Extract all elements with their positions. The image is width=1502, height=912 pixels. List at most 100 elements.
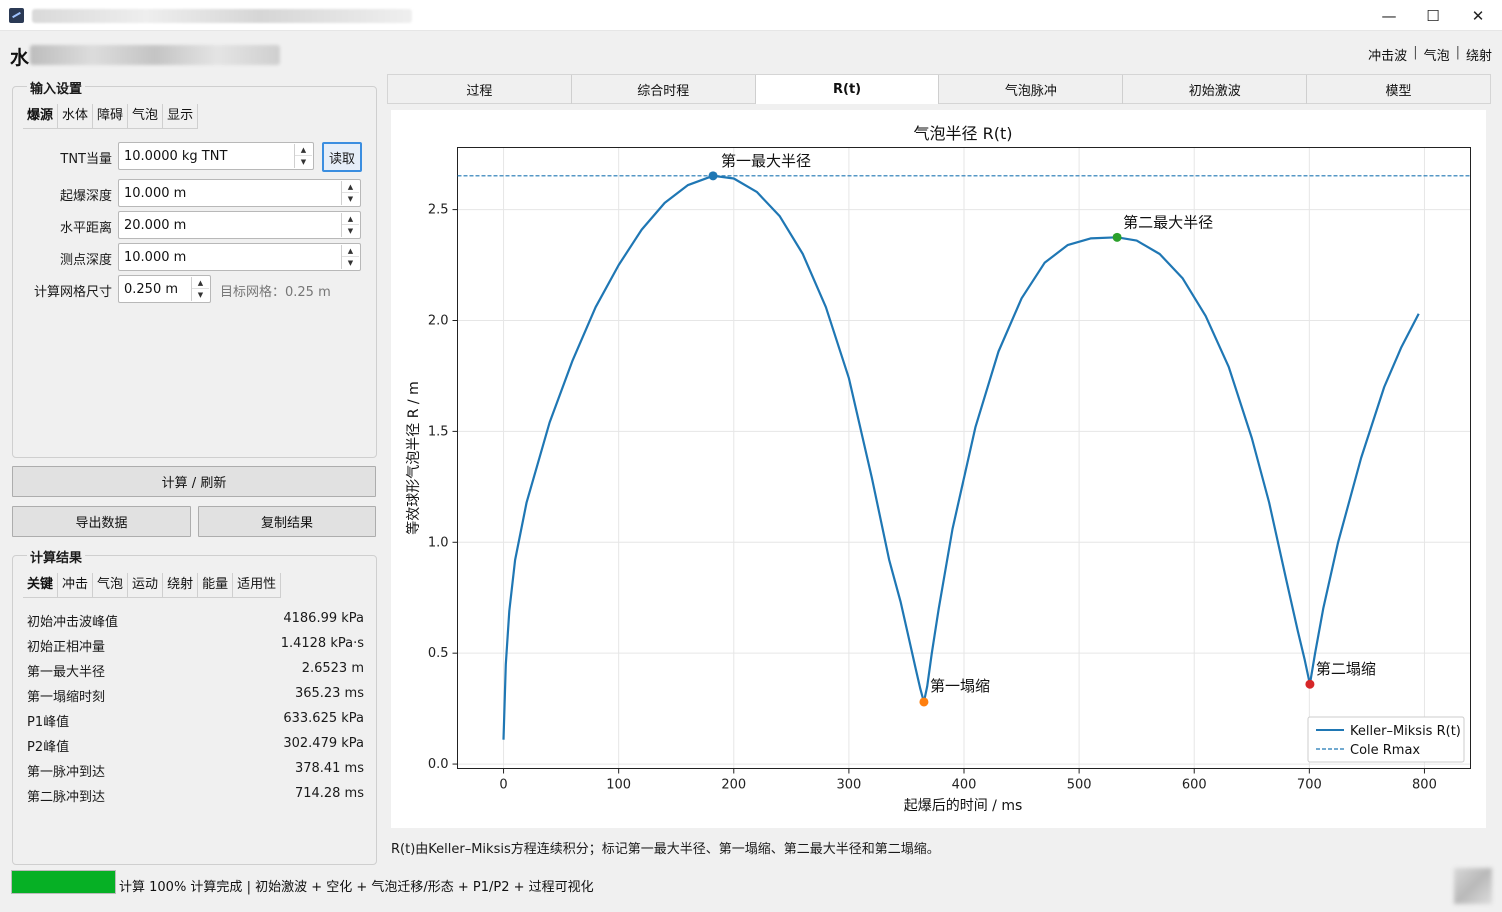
result-key: 第一塌缩时刻 (27, 690, 106, 705)
tab-initial-shock[interactable]: 初始激波 (1123, 75, 1308, 104)
result-key: 初始冲击波峰值 (27, 615, 119, 630)
page-title-redacted (30, 45, 280, 65)
marker-layer: 第一最大半径第一塌缩 第二最大半径第二塌缩 (708, 152, 1376, 707)
status-bar: 计算 100% 计算完成 | 初始激波 + 空化 + 气泡迁移/形态 + P1/… (0, 866, 1502, 912)
chart-caption: R(t)由Keller–Miksis方程连续积分；标记第一最大半径、第一塌缩、第… (391, 842, 940, 857)
resize-grip-redacted (1454, 868, 1492, 904)
grid-size-row: 计算网格尺寸 ▲▼ 目标网格：0.25 m (13, 275, 378, 303)
y-tick-label: 1.5 (428, 424, 449, 439)
compute-button[interactable]: 计算 / 刷新 (12, 466, 376, 497)
result-value: 365.23 ms (294, 686, 364, 701)
nav-diffraction-link[interactable]: 绕射 (1466, 45, 1492, 64)
depth-stepper[interactable]: ▲ ▼ (341, 181, 359, 205)
tab-combined-history[interactable]: 综合时程 (572, 75, 756, 104)
minimize-button[interactable]: — (1366, 0, 1412, 31)
top-nav: 冲击波 | 气泡 | 绕射 (1368, 45, 1492, 64)
result-value: 378.41 ms (294, 761, 364, 776)
input-settings-group: 输入设置 爆源 水体 障碍 气泡 显示 TNT当量 ▲▼ 读取 起爆深度 ▲▼ … (12, 78, 378, 458)
tab-bubble-pulse[interactable]: 气泡脉冲 (939, 75, 1124, 104)
nav-shockwave-link[interactable]: 冲击波 (1368, 45, 1407, 64)
marker-label: 第一最大半径 (721, 152, 811, 170)
app-header: 水 冲击波 | 气泡 | 绕射 (0, 31, 1502, 75)
tab-obstacle[interactable]: 障碍 (93, 104, 129, 128)
tab-applicability[interactable]: 适用性 (233, 573, 282, 597)
tab-diffraction[interactable]: 绕射 (163, 573, 199, 597)
step-up-icon[interactable]: ▲ (342, 213, 359, 225)
distance-input[interactable] (119, 212, 360, 238)
progress-fill (12, 871, 115, 893)
marker-point (1305, 679, 1315, 689)
tab-key[interactable]: 关键 (23, 573, 59, 597)
tnt-stepper[interactable]: ▲ ▼ (294, 144, 312, 168)
legend: Keller–Miksis R(t) Cole Rmax (1307, 716, 1465, 763)
result-row: 第一最大半径 2.6523 m (27, 659, 364, 680)
marker-label: 第二塌缩 (1316, 660, 1376, 678)
progress-bar (11, 870, 116, 894)
tab-display[interactable]: 显示 (163, 104, 199, 128)
grid-size-stepper[interactable]: ▲ ▼ (191, 277, 209, 301)
step-up-icon[interactable]: ▲ (192, 277, 209, 289)
read-button[interactable]: 读取 (322, 142, 362, 172)
tab-model[interactable]: 模型 (1307, 75, 1490, 104)
result-row: 初始冲击波峰值 4186.99 kPa (27, 609, 364, 630)
tab-process[interactable]: 过程 (388, 75, 572, 104)
y-tick-label: 2.0 (428, 313, 449, 328)
main-tab-bar: 过程 综合时程 R(t) 气泡脉冲 初始激波 模型 (387, 74, 1491, 104)
step-down-icon[interactable]: ▼ (342, 257, 359, 269)
result-key: 第一脉冲到达 (27, 765, 106, 780)
step-down-icon[interactable]: ▼ (192, 289, 209, 301)
tab-rt[interactable]: R(t) (755, 75, 940, 104)
result-key: P2峰值 (27, 740, 70, 755)
close-button[interactable]: ✕ (1455, 0, 1501, 31)
tab-bubble[interactable]: 气泡 (128, 104, 164, 128)
result-value: 633.625 kPa (283, 711, 364, 726)
grid-size-spinbox[interactable]: ▲▼ (118, 275, 211, 303)
gauge-depth-stepper[interactable]: ▲ ▼ (341, 245, 359, 269)
tab-motion[interactable]: 运动 (128, 573, 164, 597)
step-down-icon[interactable]: ▼ (295, 156, 312, 168)
tab-energy[interactable]: 能量 (198, 573, 234, 597)
depth-input[interactable] (119, 180, 360, 206)
keller-miksis-line (502, 174, 1420, 740)
tab-source[interactable]: 爆源 (23, 104, 59, 128)
result-row: P2峰值 302.479 kPa (27, 734, 364, 755)
step-up-icon[interactable]: ▲ (295, 144, 312, 156)
step-up-icon[interactable]: ▲ (342, 245, 359, 257)
result-key: P1峰值 (27, 715, 70, 730)
results-tabs: 关键 冲击 气泡 运动 绕射 能量 适用性 (23, 573, 282, 598)
step-up-icon[interactable]: ▲ (342, 181, 359, 193)
result-row: 第二脉冲到达 714.28 ms (27, 784, 364, 805)
depth-spinbox[interactable]: ▲▼ (118, 179, 361, 207)
depth-label: 起爆深度 (59, 189, 112, 204)
radius-chart: 气泡半径 R(t) 0 100 200 300 400 500 600 700 800 0.0 0.… (405, 124, 1471, 814)
y-tick-label: 1.0 (428, 535, 449, 550)
marker-label: 第二最大半径 (1123, 213, 1213, 231)
result-value: 2.6523 m (301, 661, 364, 676)
marker-point (708, 171, 718, 181)
result-row: 初始正相冲量 1.4128 kPa·s (27, 634, 364, 655)
distance-spinbox[interactable]: ▲▼ (118, 211, 361, 239)
gauge-depth-spinbox[interactable]: ▲▼ (118, 243, 361, 271)
ticks-layer: 0 100 200 300 400 500 600 700 800 0.0 0.5 1.0 1.5 2.0… (428, 203, 1437, 793)
input-tabs: 爆源 水体 障碍 气泡 显示 (23, 104, 199, 129)
y-tick-label: 2.5 (428, 203, 449, 218)
input-settings-title: 输入设置 (27, 78, 86, 97)
gauge-depth-input[interactable] (119, 244, 360, 270)
copy-results-button[interactable]: 复制结果 (198, 506, 376, 537)
tab-bubble-results[interactable]: 气泡 (93, 573, 129, 597)
nav-bubble-link[interactable]: 气泡 (1424, 45, 1450, 64)
step-down-icon[interactable]: ▼ (342, 193, 359, 205)
x-tick-label: 100 (606, 778, 631, 793)
gauge-depth-row: 测点深度 ▲▼ (13, 243, 378, 271)
tab-shock[interactable]: 冲击 (58, 573, 94, 597)
maximize-button[interactable]: ☐ (1410, 0, 1456, 31)
result-value: 302.479 kPa (283, 736, 364, 751)
distance-label: 水平距离 (59, 221, 112, 236)
distance-stepper[interactable]: ▲ ▼ (341, 213, 359, 237)
step-down-icon[interactable]: ▼ (342, 225, 359, 237)
export-button[interactable]: 导出数据 (12, 506, 191, 537)
tab-water[interactable]: 水体 (58, 104, 94, 128)
tnt-spinbox[interactable]: ▲▼ (118, 142, 314, 170)
tnt-input[interactable] (119, 143, 313, 169)
window-title-redacted (32, 9, 412, 23)
